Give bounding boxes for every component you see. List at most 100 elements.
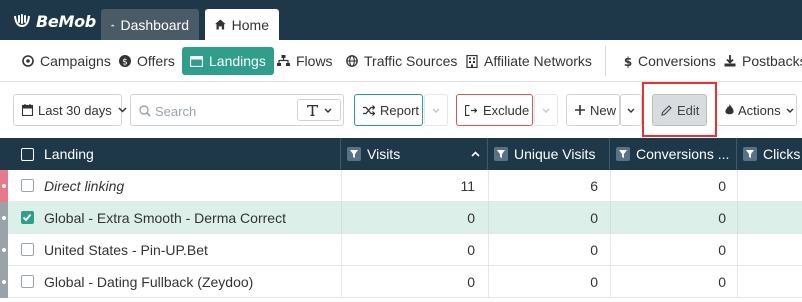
tab-dashboard-label: Dashboard: [120, 16, 190, 33]
table-row[interactable]: Global - Extra Smooth - Derma Correct 0 …: [0, 202, 802, 234]
conversions-value: 0: [718, 210, 726, 226]
search-type-select[interactable]: [297, 99, 341, 121]
nav-conversions-label: Conversions: [638, 53, 716, 69]
row-status-strip: [0, 266, 8, 298]
conversions-value: 0: [718, 242, 726, 258]
chevron-down-icon: [432, 108, 440, 113]
landing-name[interactable]: Global - Extra Smooth - Derma Correct: [44, 202, 286, 234]
exclude-label: Exclude: [483, 102, 530, 118]
row-checkbox[interactable]: [21, 275, 34, 288]
column-header-unique-visits[interactable]: Unique Visits: [488, 138, 610, 170]
report-label: Report: [380, 102, 420, 118]
nav-divider: [605, 46, 606, 76]
nav-campaigns-label: Campaigns: [40, 53, 111, 69]
landings-window-icon: [190, 55, 203, 67]
new-label: New: [590, 102, 617, 118]
calendar-icon: [22, 104, 33, 116]
nav-campaigns[interactable]: Campaigns: [22, 47, 111, 75]
landing-name[interactable]: Direct linking: [44, 170, 124, 202]
date-range-select[interactable]: Last 30 days: [13, 94, 127, 126]
edit-highlight-box: [642, 82, 717, 137]
table-row[interactable]: Direct linking 11 6 0: [0, 170, 802, 202]
column-unique-visits-label: Unique Visits: [514, 146, 596, 162]
date-range-label: Last 30 days: [38, 102, 112, 118]
column-header-conversions[interactable]: Conversions ...: [610, 138, 737, 170]
entity-nav: Campaigns $ Offers Landings Flows Traffi…: [0, 40, 802, 82]
landing-name[interactable]: Global - Dating Fullback (Zeydoo): [44, 266, 253, 298]
column-header-clicks[interactable]: Clicks: [737, 138, 802, 170]
report-dropdown-toggle[interactable]: [424, 94, 448, 126]
tab-home-label: Home: [231, 16, 269, 33]
sort-ascending-icon[interactable]: [471, 151, 480, 157]
nav-conversions[interactable]: $ Conversions: [624, 47, 716, 75]
row-checkbox[interactable]: [21, 243, 34, 256]
filter-icon[interactable]: [494, 147, 508, 161]
nav-affiliate-networks[interactable]: Affiliate Networks: [466, 47, 592, 75]
table-row[interactable]: Global - Dating Fullback (Zeydoo) 0 0 0: [0, 266, 802, 298]
nav-flows[interactable]: Flows: [277, 47, 333, 75]
column-clicks-label: Clicks: [763, 146, 801, 162]
column-visits-label: Visits: [367, 146, 401, 162]
visits-value: 11: [460, 178, 475, 194]
select-all-checkbox[interactable]: [21, 147, 34, 161]
nav-postbacks-label: Postbacks: [742, 53, 802, 69]
search-input[interactable]: [155, 101, 315, 121]
column-conversions-label: Conversions ...: [636, 146, 730, 162]
campaigns-icon: [22, 55, 34, 67]
visits-value: 0: [467, 210, 475, 226]
column-header-visits[interactable]: Visits: [341, 138, 488, 170]
nav-offers[interactable]: $ Offers: [119, 47, 175, 75]
dashboard-gauge-icon: [111, 23, 115, 26]
new-button[interactable]: New: [566, 94, 620, 126]
landing-name[interactable]: United States - Pin-UP.Bet: [44, 234, 208, 266]
search-icon: [139, 105, 151, 117]
visits-value: 0: [467, 242, 475, 258]
row-status-strip: [0, 170, 8, 202]
exclude-button[interactable]: Exclude: [456, 94, 533, 126]
search-field[interactable]: [130, 94, 344, 126]
nav-postbacks[interactable]: Postbacks: [724, 47, 802, 75]
bemob-logo[interactable]: BeMob: [14, 12, 96, 31]
plus-icon: [575, 105, 585, 115]
nav-offers-label: Offers: [137, 53, 175, 69]
nav-landings[interactable]: Landings: [182, 47, 274, 75]
report-button[interactable]: Report: [354, 94, 423, 126]
home-icon: [215, 19, 226, 30]
chevron-down-icon: [542, 108, 550, 113]
row-checkbox[interactable]: [21, 179, 34, 192]
offers-dollar-icon: $: [119, 55, 131, 67]
nav-landings-label: Landings: [209, 53, 266, 69]
download-icon: [724, 55, 736, 67]
text-type-icon: [306, 104, 318, 116]
top-bar: BeMob Dashboard Home: [0, 0, 802, 40]
table-header: Landing Visits Unique Visits Conversions…: [0, 138, 802, 170]
nav-affiliate-networks-label: Affiliate Networks: [484, 53, 592, 69]
nav-flows-label: Flows: [296, 53, 333, 69]
bemob-logo-icon: [14, 14, 30, 28]
table-row[interactable]: United States - Pin-UP.Bet 0 0 0: [0, 234, 802, 266]
shuffle-icon: [363, 104, 375, 116]
exclude-dropdown-toggle[interactable]: [534, 94, 558, 126]
row-status-strip: [0, 234, 8, 266]
unique-visits-value: 0: [590, 210, 598, 226]
dollar-icon: $: [624, 55, 632, 68]
flows-sitemap-icon: [277, 55, 290, 66]
filter-icon[interactable]: [616, 147, 630, 161]
visits-value: 0: [467, 274, 475, 290]
unique-visits-value: 0: [590, 242, 598, 258]
row-checkbox[interactable]: [21, 211, 34, 224]
conversions-value: 0: [718, 274, 726, 290]
svg-text:$: $: [122, 58, 128, 68]
new-dropdown-toggle[interactable]: [620, 94, 642, 126]
row-status-strip: [0, 202, 8, 234]
column-landing-label: Landing: [44, 146, 94, 162]
tab-home[interactable]: Home: [205, 9, 279, 40]
building-icon: [466, 54, 478, 68]
filter-icon[interactable]: [347, 147, 361, 161]
nav-traffic-sources[interactable]: Traffic Sources: [346, 47, 457, 75]
column-header-landing[interactable]: Landing: [0, 138, 341, 170]
tab-dashboard[interactable]: Dashboard: [101, 9, 199, 40]
actions-button[interactable]: Actions: [716, 94, 797, 126]
filter-icon[interactable]: [743, 147, 757, 161]
conversions-value: 0: [718, 178, 726, 194]
